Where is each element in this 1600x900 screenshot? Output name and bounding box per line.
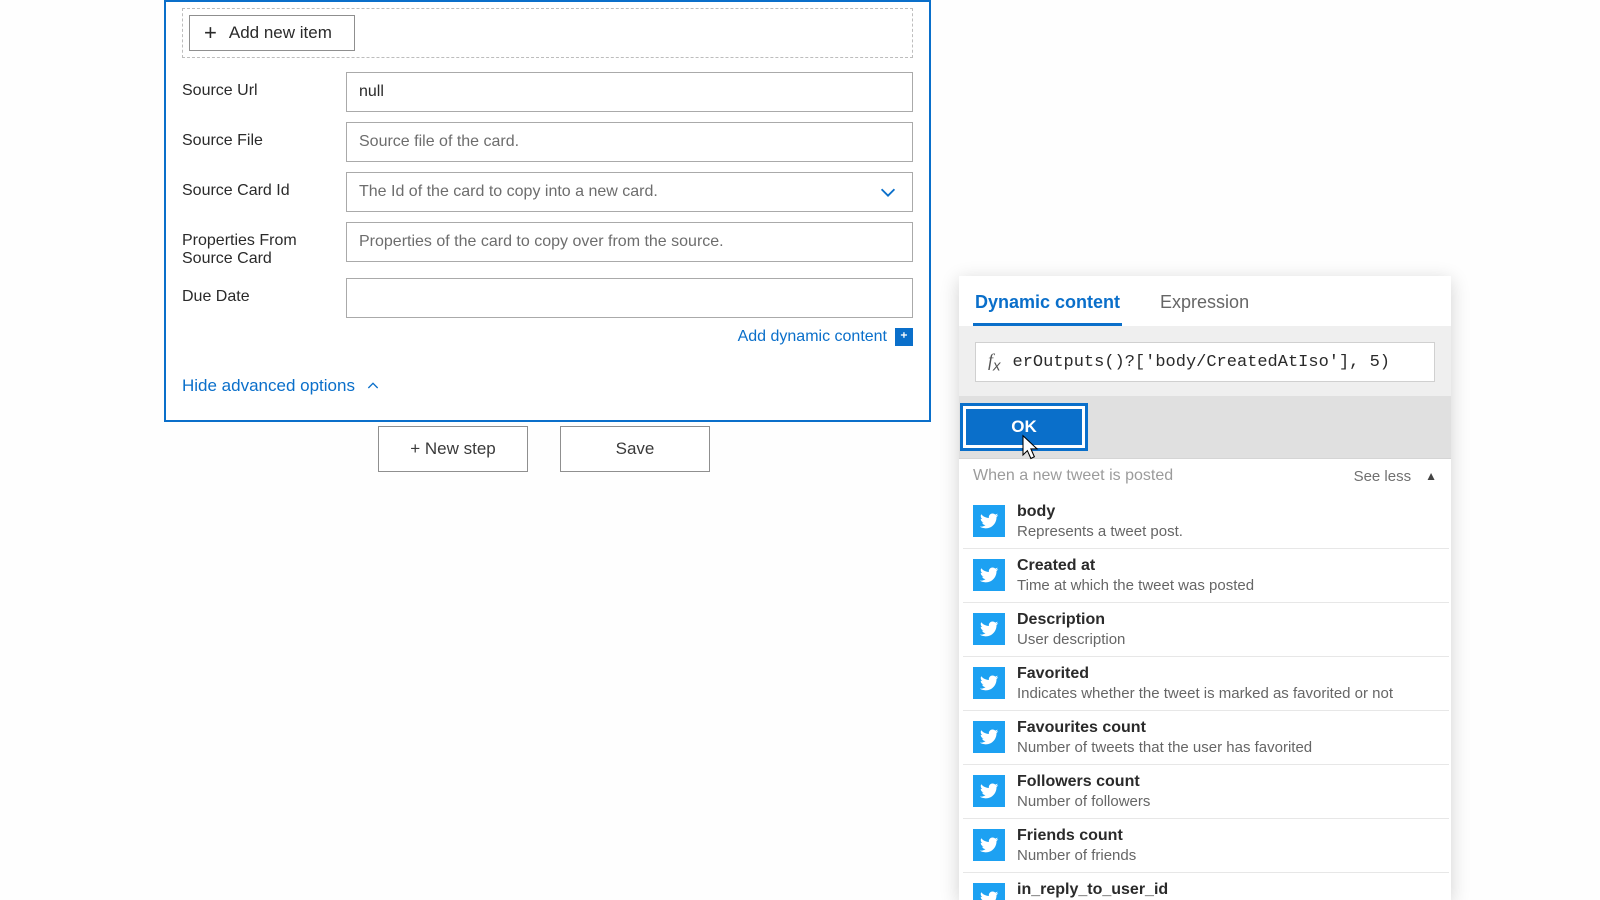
row-source-url: Source Url	[182, 72, 913, 112]
hide-advanced-label: Hide advanced options	[182, 376, 355, 396]
twitter-icon	[973, 505, 1005, 537]
add-item-container: + Add new item	[182, 8, 913, 58]
list-item-texts: Friends count Number of friends	[1017, 827, 1136, 864]
list-item-texts: Followers count Number of followers	[1017, 773, 1150, 810]
list-item-texts: in_reply_to_user_id	[1017, 881, 1168, 899]
expression-input[interactable]	[1013, 353, 1422, 372]
caret-up-icon: ▲	[1425, 469, 1437, 483]
label-props-from-source: Properties From Source Card	[182, 222, 346, 268]
dynamic-content-flyout: Dynamic content Expression fx OK When a …	[959, 276, 1451, 900]
list-item[interactable]: body Represents a tweet post.	[963, 495, 1449, 549]
list-item-desc: User description	[1017, 631, 1125, 648]
tab-dynamic-content[interactable]: Dynamic content	[973, 282, 1122, 326]
list-item-desc: Number of friends	[1017, 847, 1136, 864]
row-props-from-source: Properties From Source Card	[182, 222, 913, 268]
list-item-desc: Represents a tweet post.	[1017, 523, 1183, 540]
twitter-icon	[973, 667, 1005, 699]
list-item-title: body	[1017, 503, 1183, 521]
expression-input-wrap: fx	[975, 342, 1435, 382]
group-header-twitter: When a new tweet is posted See less ▲	[959, 459, 1451, 493]
list-item-title: Followers count	[1017, 773, 1150, 791]
label-source-file: Source File	[182, 122, 346, 150]
tab-expression[interactable]: Expression	[1158, 282, 1251, 326]
twitter-icon	[973, 721, 1005, 753]
input-source-card-id[interactable]	[346, 172, 913, 212]
list-item-texts: Description User description	[1017, 611, 1125, 648]
list-item-desc: Number of followers	[1017, 793, 1150, 810]
list-item-title: Description	[1017, 611, 1125, 629]
flyout-tabs: Dynamic content Expression	[959, 276, 1451, 326]
twitter-icon	[973, 613, 1005, 645]
label-due-date: Due Date	[182, 278, 346, 306]
row-source-file: Source File	[182, 122, 913, 162]
list-item-texts: Favorited Indicates whether the tweet is …	[1017, 665, 1393, 702]
add-dynamic-content-link[interactable]: Add dynamic content ⁺	[182, 328, 913, 346]
list-item[interactable]: in_reply_to_user_id	[963, 873, 1449, 900]
list-item[interactable]: Favourites count Number of tweets that th…	[963, 711, 1449, 765]
list-item-title: Favorited	[1017, 665, 1393, 683]
save-button[interactable]: Save	[560, 426, 710, 472]
twitter-icon	[973, 829, 1005, 861]
dynamic-plus-icon: ⁺	[895, 328, 913, 346]
list-item[interactable]: Friends count Number of friends	[963, 819, 1449, 873]
list-item-desc: Indicates whether the tweet is marked as…	[1017, 685, 1393, 702]
list-item[interactable]: Followers count Number of followers	[963, 765, 1449, 819]
group-header-label: When a new tweet is posted	[973, 467, 1173, 485]
see-less-link[interactable]: See less	[1354, 468, 1412, 485]
action-card: + Add new item Source Url Source File So…	[164, 0, 931, 422]
input-props-from-source[interactable]	[346, 222, 913, 262]
list-item-texts: Favourites count Number of tweets that th…	[1017, 719, 1312, 756]
add-item-dashed: + Add new item	[182, 8, 913, 58]
list-item-texts: Created at Time at which the tweet was po…	[1017, 557, 1254, 594]
list-item-title: Created at	[1017, 557, 1254, 575]
list-item[interactable]: Description User description	[963, 603, 1449, 657]
select-source-card-id[interactable]	[346, 172, 913, 212]
row-source-card-id: Source Card Id	[182, 172, 913, 212]
ok-button[interactable]: OK	[963, 406, 1085, 448]
hide-advanced-toggle[interactable]: Hide advanced options	[182, 376, 381, 396]
list-item-desc: Number of tweets that the user has favor…	[1017, 739, 1312, 756]
input-due-date[interactable]	[346, 278, 913, 318]
list-item[interactable]: Favorited Indicates whether the tweet is …	[963, 657, 1449, 711]
chevron-up-icon	[365, 378, 381, 394]
input-source-file[interactable]	[346, 122, 913, 162]
input-source-url[interactable]	[346, 72, 913, 112]
list-item[interactable]: Created at Time at which the tweet was po…	[963, 549, 1449, 603]
twitter-icon	[973, 883, 1005, 900]
add-new-item-label: Add new item	[229, 23, 332, 43]
add-dynamic-content-label: Add dynamic content	[738, 328, 887, 346]
list-item-desc: Time at which the tweet was posted	[1017, 577, 1254, 594]
fx-icon: fx	[988, 350, 1001, 375]
list-item-title: Friends count	[1017, 827, 1136, 845]
add-new-item-button[interactable]: + Add new item	[189, 15, 355, 51]
list-item-title: Favourites count	[1017, 719, 1312, 737]
dynamic-content-list[interactable]: body Represents a tweet post. Created at T…	[959, 493, 1451, 900]
label-source-url: Source Url	[182, 72, 346, 100]
list-item-title: in_reply_to_user_id	[1017, 881, 1168, 899]
twitter-icon	[973, 775, 1005, 807]
twitter-icon	[973, 559, 1005, 591]
list-item-texts: body Represents a tweet post.	[1017, 503, 1183, 540]
plus-icon: +	[204, 22, 217, 44]
label-source-card-id: Source Card Id	[182, 172, 346, 200]
step-buttons: + New step Save	[378, 426, 710, 472]
new-step-button[interactable]: + New step	[378, 426, 528, 472]
expression-area: fx	[959, 326, 1451, 396]
row-due-date: Due Date	[182, 278, 913, 318]
ok-row: OK	[959, 396, 1451, 459]
